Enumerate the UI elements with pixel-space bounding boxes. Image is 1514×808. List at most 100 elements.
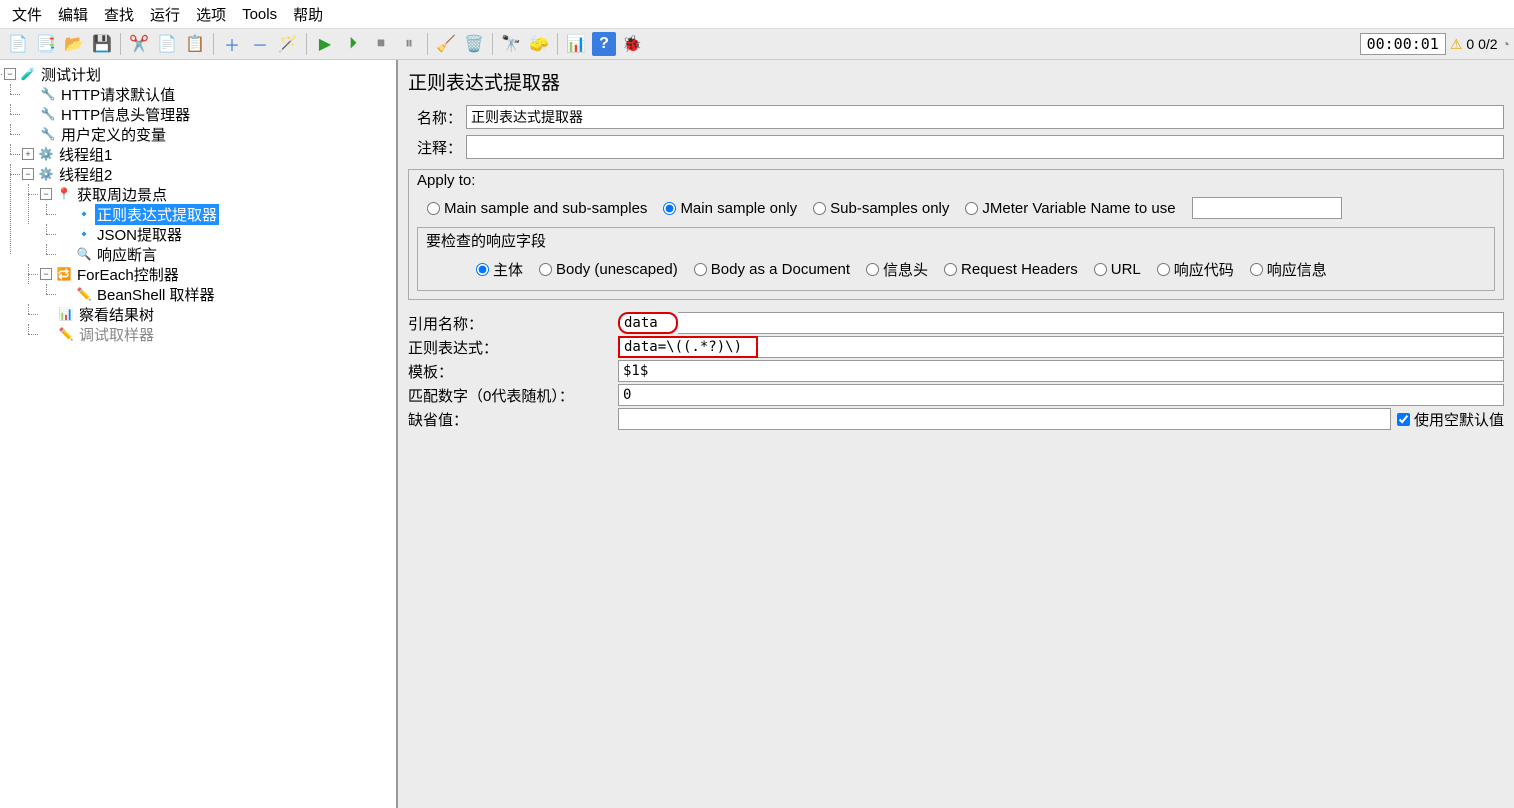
postprocessor-icon: 🔹 xyxy=(76,226,92,242)
copy-button[interactable]: 📄 xyxy=(155,32,179,56)
comment-input[interactable] xyxy=(466,135,1504,159)
tree-header-manager[interactable]: 🔧HTTP信息头管理器 xyxy=(22,104,396,124)
template-input[interactable] xyxy=(618,360,1504,382)
menubar: 文件 编辑 查找 运行 选项 Tools 帮助 xyxy=(0,0,1514,28)
match-label: 匹配数字（0代表随机）： xyxy=(408,385,618,406)
tree-foreach[interactable]: −🔁ForEach控制器 xyxy=(40,264,396,284)
templates-button[interactable]: 📑 xyxy=(34,32,58,56)
tree-response-assertion[interactable]: 🔍响应断言 xyxy=(58,244,396,264)
toggle-button[interactable]: 🪄 xyxy=(276,32,300,56)
paste-button[interactable]: 📋 xyxy=(183,32,207,56)
field-check-legend: 要检查的响应字段 xyxy=(426,230,1486,251)
editor-panel: 正则表达式提取器 名称： 注释： Apply to: Main sample a… xyxy=(398,60,1514,808)
start-button[interactable]: ▶ xyxy=(313,32,337,56)
comment-label: 注释： xyxy=(408,137,462,158)
field-response-code[interactable]: 响应代码 xyxy=(1157,259,1234,280)
tree-threadgroup1[interactable]: +⚙️线程组1 xyxy=(22,144,396,164)
postprocessor-icon: 🔹 xyxy=(76,206,92,222)
menu-help[interactable]: 帮助 xyxy=(285,2,331,27)
tree-beanshell[interactable]: ✏️BeanShell 取样器 xyxy=(58,284,396,304)
help-button[interactable]: ? xyxy=(592,32,616,56)
refname-label: 引用名称： xyxy=(408,313,618,334)
threadgroup-icon: ⚙️ xyxy=(38,166,54,182)
thread-status: 0 0/2 xyxy=(1466,36,1497,52)
toolbar-sep xyxy=(213,33,214,55)
field-url[interactable]: URL xyxy=(1094,261,1141,278)
search-button[interactable]: 🔭 xyxy=(499,32,523,56)
field-body[interactable]: 主体 xyxy=(476,259,523,280)
apply-var-input[interactable] xyxy=(1192,197,1342,219)
testplan-icon: 🧪 xyxy=(20,66,36,82)
menu-tools[interactable]: Tools xyxy=(234,4,285,25)
expand-button[interactable]: ＋ xyxy=(220,32,244,56)
controller-icon: 🔁 xyxy=(56,266,72,282)
toggle-icon[interactable]: − xyxy=(40,268,52,280)
listener-icon: 📊 xyxy=(58,306,74,322)
tree-regex-extractor[interactable]: 🔹正则表达式提取器 xyxy=(58,204,396,224)
gauge-icon: ◔ xyxy=(1502,36,1510,52)
shutdown-button[interactable]: ⏸ xyxy=(397,32,421,56)
tree-root[interactable]: − 🧪 测试计划 xyxy=(4,64,396,84)
test-plan-tree[interactable]: − 🧪 测试计划 🔧HTTP请求默认值 🔧HTTP信息头管理器 🔧用户定义的变量… xyxy=(0,60,398,808)
toggle-icon[interactable]: − xyxy=(40,188,52,200)
apply-main-sub[interactable]: Main sample and sub-samples xyxy=(427,200,647,217)
tree-results-tree[interactable]: 📊察看结果树 xyxy=(40,304,396,324)
config-icon: 🔧 xyxy=(40,86,56,102)
regex-input[interactable] xyxy=(618,336,758,358)
cut-button[interactable]: ✂️ xyxy=(127,32,151,56)
menu-options[interactable]: 选项 xyxy=(188,2,234,27)
toggle-icon[interactable]: − xyxy=(22,168,34,180)
clear-button[interactable]: 🧹 xyxy=(434,32,458,56)
default-label: 缺省值： xyxy=(408,409,618,430)
match-input[interactable] xyxy=(618,384,1504,406)
collapse-button[interactable]: － xyxy=(248,32,272,56)
tree-http-defaults[interactable]: 🔧HTTP请求默认值 xyxy=(22,84,396,104)
toggle-icon[interactable]: + xyxy=(22,148,34,160)
threadgroup-icon: ⚙️ xyxy=(38,146,54,162)
menu-edit[interactable]: 编辑 xyxy=(50,2,96,27)
toggle-icon[interactable]: − xyxy=(4,68,16,80)
use-empty-default[interactable]: 使用空默认值 xyxy=(1397,409,1504,430)
panel-title: 正则表达式提取器 xyxy=(408,68,1504,95)
menu-run[interactable]: 运行 xyxy=(142,2,188,27)
tree-sampler-scenic[interactable]: −📍获取周边景点 xyxy=(40,184,396,204)
save-button[interactable]: 💾 xyxy=(90,32,114,56)
apply-main-only[interactable]: Main sample only xyxy=(663,200,797,217)
start-no-pause-button[interactable]: ⏵ xyxy=(341,32,365,56)
assertion-icon: 🔍 xyxy=(76,246,92,262)
clear-all-button[interactable]: 🗑️ xyxy=(462,32,486,56)
tree-user-vars[interactable]: 🔧用户定义的变量 xyxy=(22,124,396,144)
tree-json-extractor[interactable]: 🔹JSON提取器 xyxy=(58,224,396,244)
sampler-icon: 📍 xyxy=(56,186,72,202)
heap-dump-button[interactable]: 🐞 xyxy=(620,32,644,56)
toolbar-sep xyxy=(120,33,121,55)
toolbar-sep xyxy=(427,33,428,55)
default-input[interactable] xyxy=(618,408,1391,430)
apply-to-legend: Apply to: xyxy=(417,172,1495,189)
field-headers[interactable]: 信息头 xyxy=(866,259,928,280)
use-empty-default-checkbox[interactable] xyxy=(1397,413,1410,426)
open-button[interactable]: 📂 xyxy=(62,32,86,56)
tree-threadgroup2[interactable]: −⚙️线程组2 xyxy=(22,164,396,184)
field-body-document[interactable]: Body as a Document xyxy=(694,261,850,278)
field-response-message[interactable]: 响应信息 xyxy=(1250,259,1327,280)
refname-input-ext[interactable] xyxy=(678,312,1504,334)
regex-input-ext[interactable] xyxy=(758,336,1504,358)
function-helper-button[interactable]: 📊 xyxy=(564,32,588,56)
toolbar-sep xyxy=(306,33,307,55)
sampler-icon: ✏️ xyxy=(58,326,74,342)
stop-button[interactable]: ⏹ xyxy=(369,32,393,56)
new-button[interactable]: 📄 xyxy=(6,32,30,56)
toolbar: 📄 📑 📂 💾 ✂️ 📄 📋 ＋ － 🪄 ▶ ⏵ ⏹ ⏸ 🧹 🗑️ 🔭 🧽 📊 … xyxy=(0,28,1514,60)
name-label: 名称： xyxy=(408,107,462,128)
field-request-headers[interactable]: Request Headers xyxy=(944,261,1078,278)
apply-sub-only[interactable]: Sub-samples only xyxy=(813,200,949,217)
apply-var-name[interactable]: JMeter Variable Name to use xyxy=(965,200,1175,217)
menu-search[interactable]: 查找 xyxy=(96,2,142,27)
refname-input[interactable] xyxy=(618,312,678,334)
field-body-unescaped[interactable]: Body (unescaped) xyxy=(539,261,678,278)
name-input[interactable] xyxy=(466,105,1504,129)
reset-search-button[interactable]: 🧽 xyxy=(527,32,551,56)
tree-debug-sampler[interactable]: ✏️调试取样器 xyxy=(40,324,396,344)
menu-file[interactable]: 文件 xyxy=(4,2,50,27)
